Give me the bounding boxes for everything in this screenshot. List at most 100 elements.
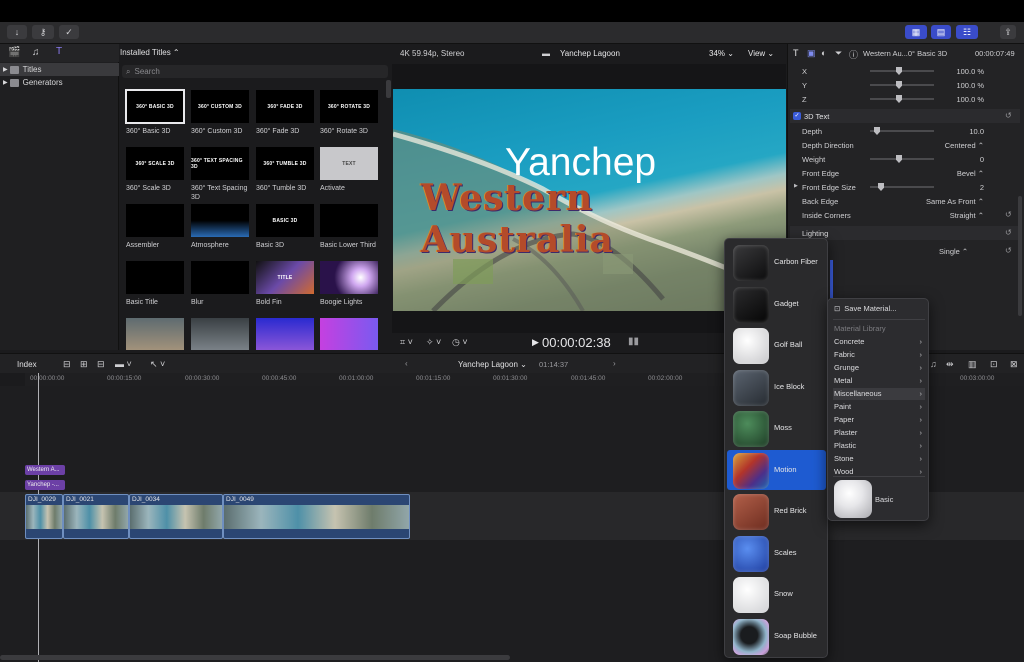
- info-icon[interactable]: ⓘ: [849, 48, 858, 61]
- scale-row-2[interactable]: Z 100.0 %: [790, 92, 1020, 106]
- browser-toggle-button[interactable]: ▦: [905, 25, 927, 39]
- property-slider[interactable]: [870, 183, 934, 191]
- slider-knob[interactable]: [874, 127, 880, 135]
- titles-icon[interactable]: T: [56, 46, 62, 57]
- title-thumbnail-item[interactable]: 360° SCALE 3D 360° Scale 3D: [126, 147, 190, 193]
- select-tool-icon[interactable]: ↖ ˅: [150, 359, 165, 370]
- title-thumbnail[interactable]: [191, 318, 249, 350]
- slider-knob[interactable]: [878, 183, 884, 191]
- menu-item-grunge[interactable]: Grunge ›: [833, 362, 925, 374]
- reset-icon[interactable]: ↺: [1005, 210, 1012, 219]
- append-clip-icon[interactable]: ⊟: [97, 359, 105, 370]
- property-slider[interactable]: [870, 95, 934, 103]
- title-thumbnail-item[interactable]: Basic Lower Third: [320, 204, 384, 250]
- basic-material-swatch[interactable]: [834, 480, 872, 518]
- title-thumbnail-item[interactable]: 360° FADE 3D 360° Fade 3D: [256, 90, 320, 136]
- reset-icon[interactable]: ↺: [1005, 228, 1012, 237]
- keywords-button[interactable]: ⚷: [32, 25, 54, 39]
- material-option[interactable]: Ice Block: [727, 367, 826, 407]
- play-icon[interactable]: ▶: [532, 337, 539, 348]
- browser-scrollbar[interactable]: [386, 80, 391, 98]
- menu-item-plaster[interactable]: Plaster ›: [833, 427, 925, 439]
- property-value[interactable]: 100.0 %: [956, 67, 984, 76]
- property-value[interactable]: Bevel ⌃: [957, 169, 984, 178]
- title-thumbnail-item[interactable]: Blur: [191, 261, 255, 307]
- property-value[interactable]: Centered ⌃: [945, 141, 984, 150]
- property-value[interactable]: 10.0: [969, 127, 984, 136]
- text3d-property-row[interactable]: Inside Corners Straight ⌃ ↺: [790, 208, 1020, 222]
- material-option[interactable]: Motion: [727, 449, 826, 490]
- property-value[interactable]: 100.0 %: [956, 95, 984, 104]
- video-clip[interactable]: DJI_0049: [223, 494, 410, 539]
- menu-item-plastic[interactable]: Plastic ›: [833, 440, 925, 452]
- title-thumbnail-item[interactable]: BASIC 3D Basic 3D: [256, 204, 320, 250]
- timeline-scrollbar[interactable]: [0, 655, 510, 660]
- view-menu[interactable]: View ⌄: [748, 49, 774, 58]
- menu-item-miscellaneous[interactable]: Miscellaneous ›: [833, 388, 925, 400]
- menu-item-metal[interactable]: Metal ›: [833, 375, 925, 387]
- browser-header[interactable]: Installed Titles ⌃: [120, 48, 180, 57]
- background-tasks-button[interactable]: ✓: [59, 25, 79, 39]
- title-thumbnail-item[interactable]: Atmosphere: [191, 204, 255, 250]
- property-value[interactable]: 100.0 %: [956, 81, 984, 90]
- filter-icon[interactable]: ⏷: [835, 48, 842, 59]
- share-button[interactable]: ⇪: [1000, 25, 1016, 39]
- transform-icon[interactable]: ⌗ ˅: [400, 337, 413, 348]
- title-thumbnail[interactable]: [256, 318, 314, 350]
- slider-knob[interactable]: [896, 81, 902, 89]
- material-option[interactable]: Moss: [727, 408, 826, 448]
- menu-item-paper[interactable]: Paper ›: [833, 414, 925, 426]
- reset-icon[interactable]: ↺: [1005, 246, 1012, 255]
- text3d-property-row[interactable]: Back Edge Same As Front ⌃: [790, 194, 1020, 208]
- text3d-property-row[interactable]: Front Edge Bevel ⌃: [790, 166, 1020, 180]
- material-option[interactable]: Golf Ball: [727, 325, 826, 365]
- menu-item-fabric[interactable]: Fabric ›: [833, 349, 925, 361]
- title-clip[interactable]: Western A...: [25, 465, 65, 475]
- slider-knob[interactable]: [896, 67, 902, 75]
- title-thumbnail-item[interactable]: TEXT Activate: [320, 147, 384, 193]
- title-clip[interactable]: Yanchep -...: [25, 480, 65, 490]
- music-icon[interactable]: ♫: [32, 47, 40, 58]
- title-thumbnail-item[interactable]: Assembler: [126, 204, 190, 250]
- material-option[interactable]: Gadget: [727, 284, 826, 324]
- material-option[interactable]: Carbon Fiber: [727, 242, 826, 282]
- insert-clip-icon[interactable]: ⊞: [80, 359, 88, 370]
- timeline-zoom-icon[interactable]: ⊡: [990, 359, 998, 370]
- material-option[interactable]: Snow: [727, 574, 826, 614]
- title-thumbnail-item[interactable]: Boogie Lights: [320, 261, 384, 307]
- text3d-property-row[interactable]: ▶ Front Edge Size 2: [790, 180, 1020, 194]
- video-inspector-icon[interactable]: ▣: [807, 48, 816, 59]
- title-thumbnail-item[interactable]: 360° ROTATE 3D 360° Rotate 3D: [320, 90, 384, 136]
- title-inspector-icon[interactable]: T: [793, 48, 799, 58]
- solo-icon[interactable]: ⇹: [946, 359, 954, 370]
- search-input[interactable]: ⌕ Search: [122, 65, 388, 78]
- property-slider[interactable]: [870, 127, 934, 135]
- slider-knob[interactable]: [896, 95, 902, 103]
- reset-icon[interactable]: ↺: [1005, 111, 1012, 120]
- disclosure-icon[interactable]: ▶: [794, 183, 798, 189]
- menu-item-paint[interactable]: Paint ›: [833, 401, 925, 413]
- title-thumbnail-item[interactable]: 360° BASIC 3D 360° Basic 3D: [125, 89, 190, 136]
- title-thumbnail[interactable]: [126, 318, 184, 350]
- property-value[interactable]: Straight ⌃: [950, 211, 984, 220]
- sidebar-item-titles[interactable]: ▶ Titles: [0, 63, 119, 76]
- title-thumbnail-item[interactable]: 360° TEXT SPACING 3D 360° Text Spacing 3D: [191, 147, 255, 202]
- property-value[interactable]: 2: [980, 183, 984, 192]
- menu-item-concrete[interactable]: Concrete ›: [833, 336, 925, 348]
- text3d-property-row[interactable]: Weight 0: [790, 152, 1020, 166]
- effects-browser-icon[interactable]: ⊠: [1010, 359, 1018, 370]
- forward-arrow-icon[interactable]: ›: [613, 359, 616, 368]
- zoom-menu[interactable]: 34% ⌄: [709, 49, 734, 58]
- clip-appearance-icon[interactable]: ▥: [968, 359, 977, 370]
- index-button[interactable]: Index: [17, 360, 37, 369]
- video-clip[interactable]: DJI_0029: [25, 494, 63, 539]
- text3d-property-row[interactable]: Depth Direction Centered ⌃: [790, 138, 1020, 152]
- property-slider[interactable]: [870, 81, 934, 89]
- enhance-icon[interactable]: ✧ ˅: [426, 337, 441, 348]
- import-button[interactable]: ↓: [7, 25, 27, 39]
- basic-material-label[interactable]: Basic: [875, 495, 893, 504]
- text3d-property-row[interactable]: Depth 10.0: [790, 124, 1020, 138]
- property-slider[interactable]: [870, 155, 934, 163]
- speed-icon[interactable]: ◷ ˅: [452, 337, 468, 348]
- clapper-icon[interactable]: 🎬: [8, 47, 20, 58]
